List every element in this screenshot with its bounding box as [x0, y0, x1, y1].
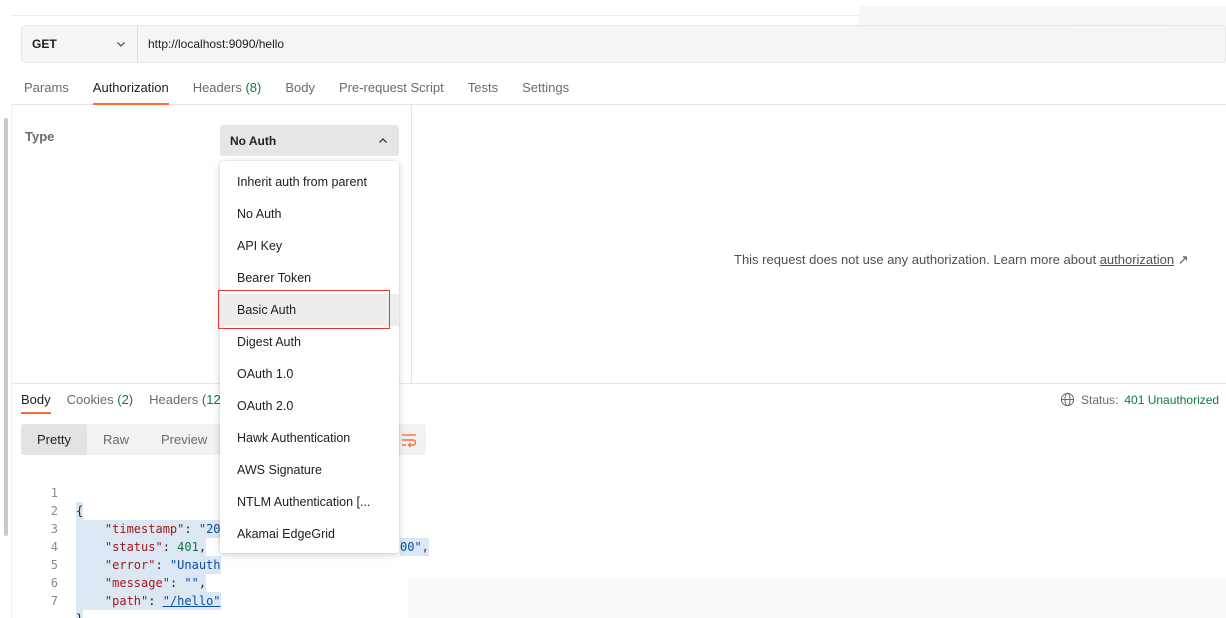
json-key: "path" [104, 594, 149, 608]
auth-option-inherit[interactable]: Inherit auth from parent [220, 166, 399, 198]
auth-option-digest-auth[interactable]: Digest Auth [220, 326, 399, 358]
auth-option-aws-signature[interactable]: AWS Signature [220, 454, 399, 486]
request-url-bar: GET http://localhost:9090/hello [21, 25, 1226, 63]
chevron-up-icon [379, 137, 387, 143]
auth-type-label: Type [25, 129, 55, 144]
code-text: "path": "/hello" [76, 592, 221, 610]
tab-settings[interactable]: Settings [510, 72, 581, 104]
code-text: } [76, 610, 84, 618]
auth-option-oauth1[interactable]: OAuth 1.0 [220, 358, 399, 390]
no-auth-message: This request does not use any authorizat… [734, 252, 1189, 268]
response-tabs: Body Cookies (2) Headers (12) [13, 388, 233, 414]
tab-pre-request-script[interactable]: Pre-request Script [327, 72, 456, 104]
code-line: 5 "message": "", [40, 538, 207, 592]
method-select[interactable]: GET [22, 26, 138, 62]
auth-option-bearer-token[interactable]: Bearer Token [220, 262, 399, 294]
tab-label: Body [285, 80, 315, 95]
auth-option-no-auth[interactable]: No Auth [220, 198, 399, 230]
auth-option-api-key[interactable]: API Key [220, 230, 399, 262]
auth-type-dropdown: Inherit auth from parent No Auth API Key… [220, 161, 399, 553]
tab-label: Authorization [92, 80, 169, 95]
response-body-code[interactable]: 1 { 2 "timestamp": "20 00", 3 "status": … [40, 466, 429, 618]
response-tab-body[interactable]: Body [13, 388, 59, 414]
code-text: "timestamp": "20 [76, 520, 221, 538]
tab-label: Pre-request Script [338, 80, 444, 95]
auth-option-oauth2[interactable]: OAuth 2.0 [220, 390, 399, 422]
view-pretty-button[interactable]: Pretty [21, 424, 87, 455]
tab-label: Settings [522, 80, 570, 95]
tab-count: (2) [117, 392, 134, 407]
tab-body[interactable]: Body [273, 72, 327, 104]
authorization-link[interactable]: authorization [1100, 252, 1174, 267]
code-text: { [76, 502, 84, 520]
path-link[interactable]: "/hello" [163, 594, 221, 608]
json-key: "status" [104, 540, 163, 554]
code-line: 4 "error": "Unauth [40, 520, 221, 574]
json-key: "timestamp" [104, 522, 185, 536]
status-value: 401 Unauthorized [1124, 392, 1220, 407]
no-auth-text: This request does not use any authorizat… [734, 252, 1097, 267]
auth-option-basic-auth[interactable]: Basic Auth [220, 294, 399, 326]
tab-label: Headers [192, 80, 242, 95]
json-value: "20 [198, 522, 221, 536]
tab-count: (8) [245, 80, 262, 95]
response-divider [12, 383, 1226, 384]
code-line: 6 "path": "/hello" [40, 556, 221, 610]
auth-type-select[interactable]: No Auth [220, 125, 399, 156]
tab-label: Cookies [66, 392, 114, 407]
code-line: 1 { [40, 466, 84, 520]
status-label: Status: [1081, 392, 1119, 407]
auth-option-akamai[interactable]: Akamai EdgeGrid [220, 518, 399, 550]
json-key: "message" [104, 576, 170, 590]
view-preview-button[interactable]: Preview [145, 424, 223, 455]
tab-headers[interactable]: Headers (8) [181, 72, 274, 104]
auth-type-value: No Auth [230, 133, 277, 148]
tab-label: Tests [467, 80, 499, 95]
left-divider [11, 105, 12, 618]
json-value: 401 [177, 540, 199, 554]
json-value: "" [184, 576, 199, 590]
blurred-bottom-area [408, 578, 1226, 618]
tab-label: Headers [149, 392, 199, 407]
tab-label: Body [21, 392, 51, 407]
request-tabs: Params Authorization Headers (8) Body Pr… [12, 72, 1226, 105]
tab-label: Params [24, 80, 69, 95]
tab-params[interactable]: Params [12, 72, 81, 104]
code-text: "message": "", [76, 574, 207, 592]
chevron-down-icon [117, 42, 125, 47]
view-raw-button[interactable]: Raw [87, 424, 145, 455]
code-line: 7 } [40, 574, 84, 618]
code-line: 2 "timestamp": "20 00", [40, 484, 429, 556]
auth-option-ntlm[interactable]: NTLM Authentication [... [220, 486, 399, 518]
globe-icon[interactable] [1060, 392, 1075, 407]
url-input[interactable]: http://localhost:9090/hello [138, 37, 284, 51]
response-status: Status: 401 Unauthorized [1060, 392, 1219, 407]
vertical-scrollbar[interactable] [4, 118, 8, 536]
code-text: "status": 401, [76, 538, 207, 556]
auth-panel-divider [411, 105, 412, 383]
method-label: GET [32, 37, 57, 51]
line-number: 7 [50, 594, 58, 608]
code-text-tail: 00", [400, 538, 429, 556]
tab-authorization[interactable]: Authorization [81, 72, 181, 105]
json-key: "error" [104, 558, 156, 572]
external-link-icon: ↗ [1177, 252, 1189, 267]
code-line: 3 "status": 401, [40, 502, 207, 556]
auth-option-hawk[interactable]: Hawk Authentication [220, 422, 399, 454]
code-text: "error": "Unauth [76, 556, 221, 574]
tab-tests[interactable]: Tests [456, 72, 510, 104]
wrap-lines-icon[interactable] [400, 432, 418, 448]
response-tab-cookies[interactable]: Cookies (2) [59, 388, 141, 414]
json-value: "Unauth [169, 558, 221, 572]
